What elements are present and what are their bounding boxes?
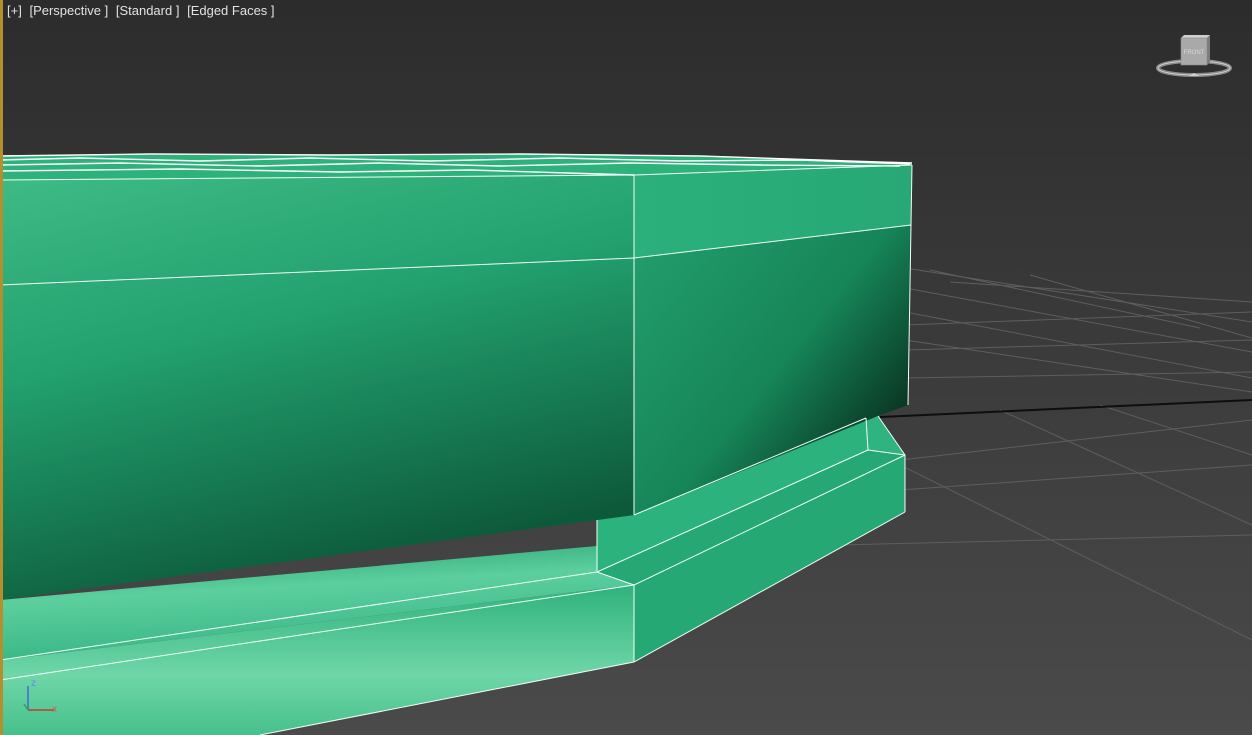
z-axis-label: z	[31, 678, 36, 689]
axis-tripod: z x	[23, 678, 57, 715]
viewport-shading-menu[interactable]: [Standard ]	[116, 3, 180, 18]
viewport-label-menu[interactable]: [+] [Perspective ] [Standard ] [Edged Fa…	[7, 3, 279, 18]
viewport-point-of-view-menu[interactable]: [Perspective ]	[29, 3, 108, 18]
grid-line	[904, 339, 1252, 351]
viewport-display-menu[interactable]: [Edged Faces ]	[187, 3, 274, 18]
x-axis-label: x	[52, 704, 57, 715]
perspective-viewport[interactable]: [+] [Perspective ] [Standard ] [Edged Fa…	[0, 0, 1252, 735]
viewcube[interactable]: FRONT	[1154, 32, 1234, 82]
grid-line	[839, 534, 1252, 546]
grid-line	[1029, 274, 1252, 339]
viewcube-top-face	[1181, 35, 1210, 38]
viewcube-front-label: FRONT	[1184, 50, 1205, 56]
grid-line	[879, 454, 1252, 641]
active-viewport-border	[0, 0, 3, 735]
box-front-face	[0, 170, 634, 600]
grid-line	[904, 371, 1252, 379]
grid-line	[899, 419, 1252, 461]
grid-line	[904, 339, 1252, 393]
base-corner	[866, 416, 905, 455]
grid-line	[1099, 404, 1252, 456]
viewcube-right-face	[1207, 35, 1210, 65]
grid-line	[899, 464, 1252, 491]
viewport-general-menu[interactable]: [+]	[7, 3, 22, 18]
scene-canvas[interactable]	[0, 0, 1252, 735]
grid-line	[904, 287, 1252, 353]
grid-axis-line	[879, 399, 1252, 418]
